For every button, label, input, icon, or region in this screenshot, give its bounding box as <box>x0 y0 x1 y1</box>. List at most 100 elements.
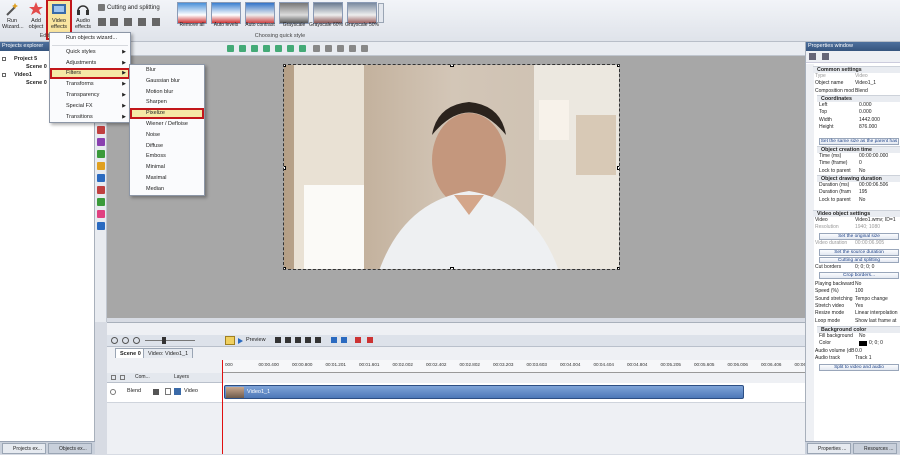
speed-icon[interactable] <box>152 18 160 26</box>
play-icon[interactable] <box>295 337 301 343</box>
style-remove-all-thumb[interactable] <box>177 2 207 24</box>
go-start-icon[interactable] <box>275 337 281 343</box>
preview-button[interactable]: Preview <box>238 336 266 345</box>
prop-left[interactable]: Left 0.000 <box>817 102 900 109</box>
menu-item-motion-blur[interactable]: Motion blur <box>130 87 204 98</box>
color-swatch[interactable] <box>859 341 867 347</box>
menu-item-minimal[interactable]: Minimal <box>130 162 204 173</box>
menu-item-run-wizard[interactable]: Run objects wizard... <box>50 33 130 44</box>
tab-video-object[interactable]: Video: Video1_1 <box>143 348 194 358</box>
menu-item-blur[interactable]: Blur <box>130 65 204 76</box>
tool-icon[interactable] <box>97 210 105 218</box>
collapse-icon[interactable] <box>2 57 6 61</box>
audio-effects-button[interactable]: Audio effects <box>72 1 94 35</box>
tool-icon[interactable] <box>97 138 105 146</box>
prop-top[interactable]: Top 0.000 <box>817 109 900 116</box>
time-ruler[interactable]: 000 00:00.400 00:00.800 00:01.201 00:01.601 0… <box>222 360 815 373</box>
same-size-button[interactable]: Set the same size as the parent has <box>819 138 899 145</box>
prop-height[interactable]: Height 876.000 <box>817 124 900 131</box>
zoom-fit-icon[interactable] <box>133 337 140 344</box>
menu-item-transitions[interactable]: Transitions ▶ <box>50 112 130 123</box>
tool-icon[interactable] <box>97 174 105 182</box>
grid-icon[interactable] <box>325 45 332 52</box>
section-creation-time[interactable]: Object creation time <box>817 146 900 153</box>
crop-icon[interactable] <box>110 18 118 26</box>
original-size-button[interactable]: Set the original size <box>819 233 899 240</box>
go-end-icon[interactable] <box>315 337 321 343</box>
align-icon[interactable] <box>275 45 282 52</box>
prop-lock-parent[interactable]: Lock to parent No <box>817 168 900 175</box>
eye-icon[interactable] <box>110 389 116 395</box>
style-grayscale-60-thumb[interactable] <box>313 2 343 24</box>
tool-icon[interactable] <box>97 162 105 170</box>
tab-properties[interactable]: Properties ... <box>807 443 851 454</box>
menu-item-maximal[interactable]: Maximal <box>130 173 204 184</box>
arrow-left-icon[interactable] <box>251 45 258 52</box>
tab-objects-explorer[interactable]: Objects ex... <box>48 443 92 454</box>
split-icon[interactable] <box>367 337 373 343</box>
cutting-splitting-button[interactable]: Cutting and splitting <box>819 256 899 263</box>
prop-width[interactable]: Width 1442.000 <box>817 117 900 124</box>
tool-icon[interactable] <box>97 198 105 206</box>
prop-lock-parent[interactable]: Lock to parent No <box>817 197 900 204</box>
section-background-color[interactable]: Background color <box>817 326 900 333</box>
zoom-icon[interactable] <box>349 45 356 52</box>
lock-icon[interactable] <box>120 375 125 380</box>
menu-item-adjustments[interactable]: Adjustments ▶ <box>50 58 130 69</box>
blend-mode[interactable]: Blend <box>127 388 141 394</box>
add-object-button[interactable]: Add object <box>26 1 46 35</box>
zoom-icon[interactable] <box>337 45 344 52</box>
tool-icon[interactable] <box>97 222 105 230</box>
menu-item-sharpen[interactable]: Sharpen <box>130 97 204 108</box>
prop-speed[interactable]: Speed (%) 100 <box>813 288 900 295</box>
video-clip[interactable]: Video1_1 <box>224 385 744 399</box>
menu-item-diffuse[interactable]: Diffuse <box>130 141 204 152</box>
arrow-right-icon[interactable] <box>263 45 270 52</box>
video-object[interactable] <box>283 64 620 270</box>
section-coordinates[interactable]: Coordinates <box>817 95 900 102</box>
delete-icon[interactable] <box>355 337 361 343</box>
crop-borders-button[interactable]: Crop borders... <box>819 272 899 279</box>
align-icon[interactable] <box>299 45 306 52</box>
menu-item-transparency[interactable]: Transparency ▶ <box>50 90 130 101</box>
prop-object-name[interactable]: Object name Video1_1 <box>813 80 900 87</box>
resize-handle[interactable] <box>450 267 454 269</box>
prop-audio-volume[interactable]: Audio volume (dB 0.0 <box>813 348 900 355</box>
tool-icon[interactable] <box>97 126 105 134</box>
style-grayscale-thumb[interactable] <box>279 2 309 24</box>
zoom-slider[interactable] <box>145 340 195 341</box>
prop-duration-ms[interactable]: Duration (ms) 00:00:06.506 <box>817 182 900 189</box>
menu-item-special-fx[interactable]: Special FX ▶ <box>50 101 130 112</box>
prev-frame-icon[interactable] <box>285 337 291 343</box>
menu-item-transforms[interactable]: Transforms ▶ <box>50 79 130 90</box>
resize-handle[interactable] <box>284 65 286 67</box>
grid-icon[interactable] <box>313 45 320 52</box>
prop-resize-mode[interactable]: Resize mode Linear interpolation <box>813 310 900 317</box>
tab-resources[interactable]: Resources ... <box>853 443 897 454</box>
speaker-icon[interactable] <box>153 389 159 395</box>
marker-icon[interactable] <box>341 337 347 343</box>
tab-projects-explorer[interactable]: Projects ex... <box>2 443 46 454</box>
section-video-settings[interactable]: Video object settings <box>813 210 900 217</box>
flip-icon[interactable] <box>138 18 146 26</box>
prop-duration-frame[interactable]: Duration (fram 195 <box>817 189 900 196</box>
prop-sound-stretching[interactable]: Sound stretching Tempo change <box>813 296 900 303</box>
arrow-down-icon[interactable] <box>239 45 246 52</box>
menu-item-noise[interactable]: Noise <box>130 130 204 141</box>
prop-stretch-video[interactable]: Stretch video Yes <box>813 303 900 310</box>
menu-item-wiener[interactable]: Wiener / Defloise <box>130 119 204 130</box>
prop-audio-track[interactable]: Audio track Track 1 <box>813 355 900 362</box>
cutting-splitting-link[interactable]: Cutting and splitting <box>98 4 160 11</box>
gallery-scroll[interactable] <box>378 3 384 23</box>
prop-fill-background[interactable]: Fill background No <box>817 333 900 340</box>
resize-handle[interactable] <box>617 166 619 170</box>
style-auto-levels-thumb[interactable] <box>211 2 241 24</box>
expand-icon[interactable] <box>165 388 171 395</box>
prop-time-ms[interactable]: Time (ms) 00:00:00.000 <box>817 153 900 160</box>
next-frame-icon[interactable] <box>305 337 311 343</box>
prop-playing-backward[interactable]: Playing backward No <box>813 281 900 288</box>
playhead[interactable] <box>222 360 223 454</box>
eye-icon[interactable] <box>111 375 116 380</box>
resize-handle[interactable] <box>617 65 619 67</box>
zoom-slider-thumb[interactable] <box>162 337 166 344</box>
